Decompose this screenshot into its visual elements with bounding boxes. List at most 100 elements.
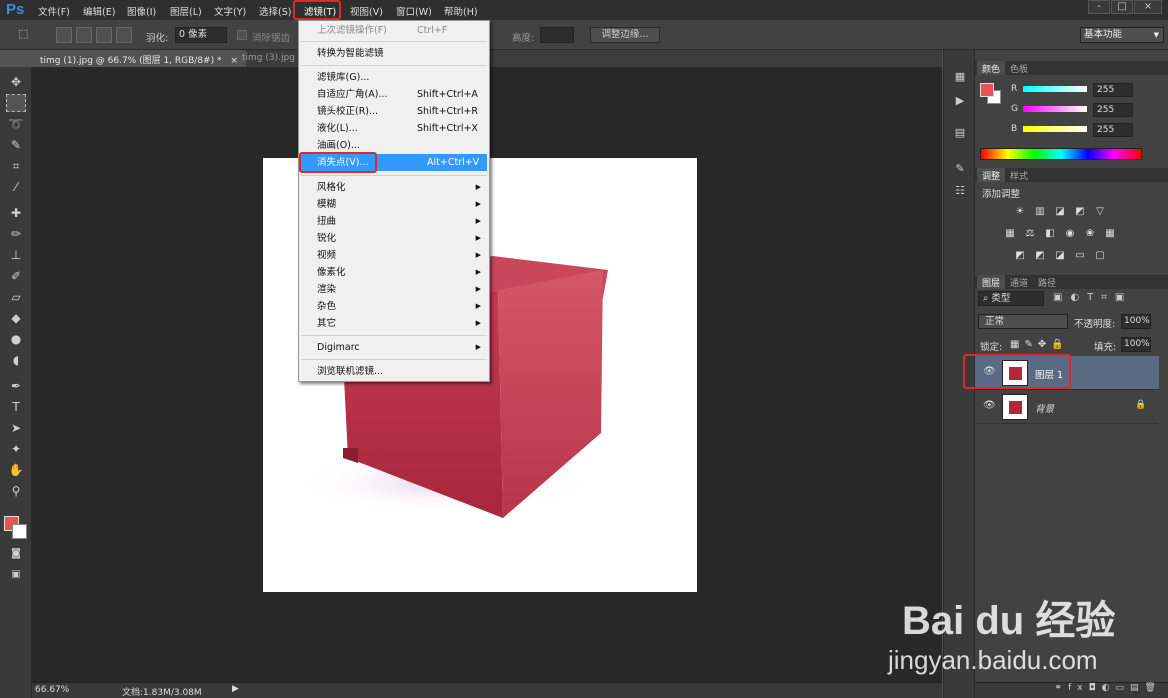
levels-icon[interactable]: ▥ — [1033, 206, 1047, 218]
play-icon[interactable]: ▶ — [232, 684, 239, 694]
exposure-icon[interactable]: ◩ — [1073, 206, 1087, 218]
menu-item-last-filter[interactable]: 上次滤镜操作(F) Ctrl+F — [301, 22, 487, 39]
slider-r[interactable]: R 255 — [975, 82, 1168, 100]
menu-item-digimarc[interactable]: Digimarc ▶ — [301, 339, 487, 356]
marquee-preset-icon[interactable]: ⬚ — [18, 27, 34, 43]
menu-item-lens-correction[interactable]: 镜头校正(R)... Shift+Ctrl+R — [301, 103, 487, 120]
layer-filter-icons[interactable]: ▣◐T⌗▣ — [1053, 292, 1132, 303]
tab-layers[interactable]: 图层 — [977, 275, 1006, 289]
b-value[interactable]: 255 — [1093, 123, 1133, 137]
maximize-button[interactable]: □ — [1111, 0, 1133, 14]
slider-b[interactable]: B 255 — [975, 122, 1168, 140]
menu-item-smart-filter[interactable]: 转换为智能滤镜 — [301, 45, 487, 62]
crop-tool-icon[interactable]: ⌗ — [6, 157, 26, 175]
zoom-tool-icon[interactable]: ⚲ — [6, 482, 26, 500]
g-value[interactable]: 255 — [1093, 103, 1133, 117]
history-panel-icon[interactable]: ▦ — [951, 70, 969, 86]
menu-item-video[interactable]: 视频 ▶ — [301, 247, 487, 264]
tab-adjustments[interactable]: 调整 — [977, 168, 1006, 182]
layer-row-background[interactable]: 👁 背景 🔒 — [975, 390, 1159, 424]
refine-edge-button[interactable]: 调整边缘... — [590, 27, 660, 43]
r-value[interactable]: 255 — [1093, 83, 1133, 97]
marquee-tool-icon[interactable] — [6, 94, 26, 112]
menu-type[interactable]: 文字(Y) — [214, 4, 246, 18]
add-selection-icon[interactable] — [76, 27, 92, 43]
tab-color[interactable]: 颜色 — [977, 61, 1006, 75]
pen-tool-icon[interactable]: ✒ — [6, 377, 26, 395]
feather-input[interactable]: 0 像素 — [175, 27, 227, 43]
blend-mode-select[interactable]: 正常 — [978, 314, 1068, 329]
eyedropper-icon[interactable]: ⁄ — [6, 178, 26, 196]
history-brush-icon[interactable]: ✐ — [6, 267, 26, 285]
menu-item-noise[interactable]: 杂色 ▶ — [301, 298, 487, 315]
tab-styles[interactable]: 样式 — [1005, 168, 1033, 182]
menu-item-other[interactable]: 其它 ▶ — [301, 315, 487, 332]
menu-layer[interactable]: 图层(L) — [170, 4, 202, 18]
fill-input[interactable]: 100% — [1121, 337, 1151, 352]
new-selection-icon[interactable] — [56, 27, 72, 43]
eraser-tool-icon[interactable]: ▱ — [6, 288, 26, 306]
menu-image[interactable]: 图像(I) — [127, 4, 156, 18]
color-balance-icon[interactable]: ⚖ — [1023, 228, 1037, 240]
intersect-selection-icon[interactable] — [116, 27, 132, 43]
tab-paths[interactable]: 路径 — [1033, 275, 1061, 289]
channel-mixer-icon[interactable]: ❀ — [1083, 228, 1097, 240]
eye-icon[interactable]: 👁 — [983, 400, 996, 411]
menu-item-sharpen[interactable]: 锐化 ▶ — [301, 230, 487, 247]
menu-item-blur[interactable]: 模糊 ▶ — [301, 196, 487, 213]
hand-tool-icon[interactable]: ✋ — [6, 461, 26, 479]
height-input[interactable] — [540, 27, 574, 43]
type-tool-icon[interactable]: T — [6, 398, 26, 416]
gradient-map-icon[interactable]: ▭ — [1073, 250, 1087, 262]
tab-channels[interactable]: 通道 — [1005, 275, 1033, 289]
move-tool-icon[interactable]: ✥ — [6, 73, 26, 91]
tab-document-1[interactable]: timg (1).jpg @ 66.7% (图层 1, RGB/8#) * × — [32, 50, 246, 67]
workspace-select[interactable]: 基本功能 ▼ — [1080, 27, 1164, 43]
opacity-input[interactable]: 100% — [1121, 314, 1151, 329]
quick-select-icon[interactable]: ✎ — [6, 136, 26, 154]
menu-edit[interactable]: 编辑(E) — [83, 4, 115, 18]
tab-document-2[interactable]: timg (3).jpg — [234, 50, 303, 67]
healing-brush-icon[interactable]: ✚ — [6, 204, 26, 222]
stamp-tool-icon[interactable]: ⊥ — [6, 246, 26, 264]
invert-icon[interactable]: ◩ — [1013, 250, 1027, 262]
menu-item-filter-gallery[interactable]: 滤镜库(G)... — [301, 69, 487, 86]
layers-footer-icons[interactable]: ⚭fx◘◐▭▤🗑 — [975, 682, 1168, 698]
clone-source-icon[interactable]: ☷ — [951, 184, 969, 200]
menu-select[interactable]: 选择(S) — [259, 4, 291, 18]
brush-panel-icon[interactable]: ✎ — [951, 162, 969, 178]
screen-mode-icon[interactable]: ▣ — [6, 566, 26, 584]
menu-file[interactable]: 文件(F) — [38, 4, 70, 18]
selective-color-icon[interactable]: ▢ — [1093, 250, 1107, 262]
menu-item-stylize[interactable]: 风格化 ▶ — [301, 179, 487, 196]
quick-mask-icon[interactable]: ◙ — [6, 545, 26, 563]
curves-icon[interactable]: ◪ — [1053, 206, 1067, 218]
vibrance-icon[interactable]: ▽ — [1093, 206, 1107, 218]
actions-panel-icon[interactable]: ▶ — [951, 94, 969, 110]
lock-icons[interactable]: ▦✎✥🔒 — [1010, 339, 1069, 350]
photo-filter-icon[interactable]: ◉ — [1063, 228, 1077, 240]
close-button[interactable]: × — [1134, 0, 1162, 14]
path-select-icon[interactable]: ➤ — [6, 419, 26, 437]
minimize-button[interactable]: - — [1088, 0, 1110, 14]
slider-g[interactable]: G 255 — [975, 102, 1168, 120]
menu-window[interactable]: 窗口(W) — [396, 4, 432, 18]
color-spectrum-bar[interactable] — [980, 148, 1142, 160]
brush-tool-icon[interactable]: ✏ — [6, 225, 26, 243]
menu-item-pixelate[interactable]: 像素化 ▶ — [301, 264, 487, 281]
menu-view[interactable]: 视图(V) — [350, 4, 383, 18]
blur-tool-icon[interactable]: ● — [6, 330, 26, 348]
color-lookup-icon[interactable]: ▦ — [1103, 228, 1117, 240]
menu-item-liquify[interactable]: 液化(L)... Shift+Ctrl+X — [301, 120, 487, 137]
brightness-icon[interactable]: ☀ — [1013, 206, 1027, 218]
zoom-level[interactable]: 66.67% — [35, 685, 69, 695]
antialias-checkbox[interactable] — [237, 30, 247, 40]
tab-swatches[interactable]: 色板 — [1005, 61, 1033, 75]
hue-saturation-icon[interactable]: ▦ — [1003, 228, 1017, 240]
subtract-selection-icon[interactable] — [96, 27, 112, 43]
shape-tool-icon[interactable]: ✦ — [6, 440, 26, 458]
threshold-icon[interactable]: ◪ — [1053, 250, 1067, 262]
layer-filter-select[interactable]: ⌕ 类型 — [978, 291, 1044, 306]
posterize-icon[interactable]: ◩ — [1033, 250, 1047, 262]
dodge-tool-icon[interactable]: ◖ — [6, 351, 26, 369]
